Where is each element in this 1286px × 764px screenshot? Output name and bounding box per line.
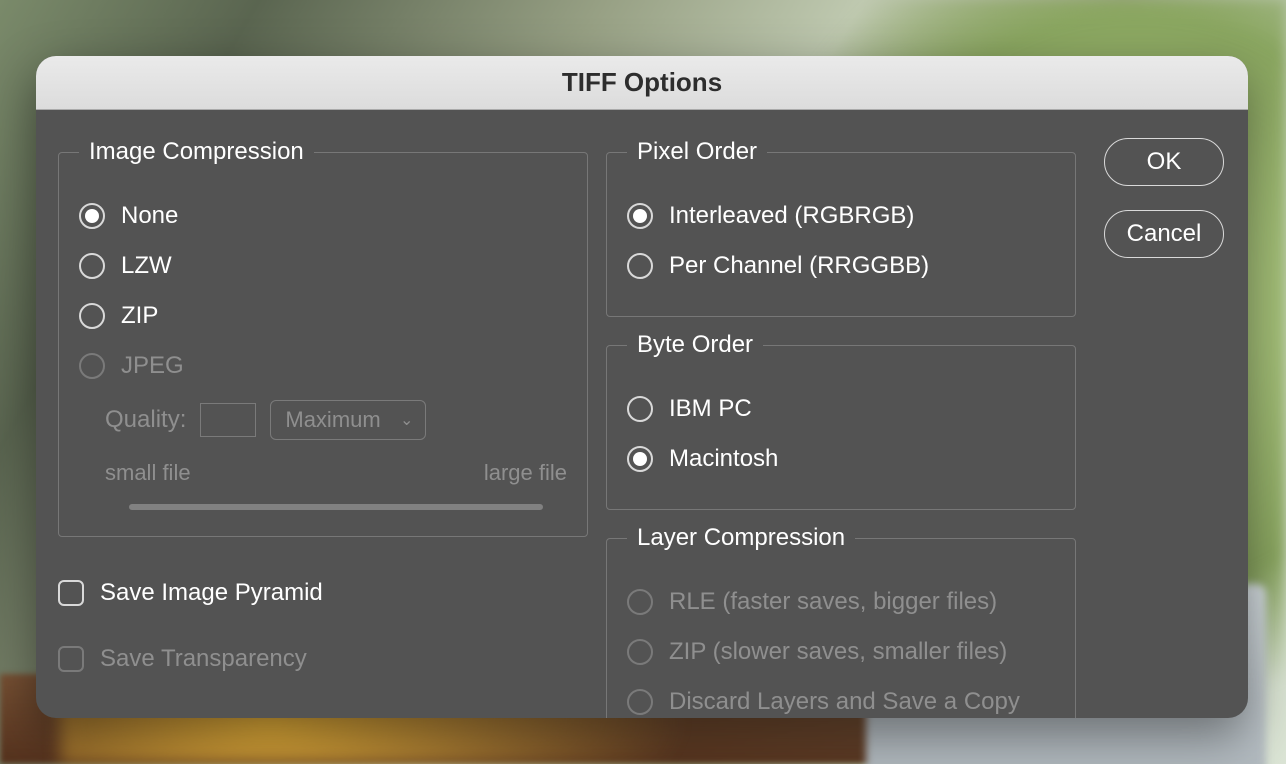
- layer-compression-group: Layer Compression RLE (faster saves, big…: [606, 524, 1076, 718]
- image-compression-legend: Image Compression: [79, 138, 314, 166]
- radio-icon: [79, 253, 105, 279]
- chevron-down-icon: ⌄: [400, 410, 413, 430]
- compression-none-option[interactable]: None: [79, 194, 567, 238]
- ok-button[interactable]: OK: [1104, 138, 1224, 186]
- compression-lzw-option[interactable]: LZW: [79, 244, 567, 288]
- compression-zip-option[interactable]: ZIP: [79, 294, 567, 338]
- label: LZW: [121, 252, 172, 280]
- label: ZIP (slower saves, smaller files): [669, 638, 1007, 666]
- radio-icon: [627, 253, 653, 279]
- small-file-label: small file: [105, 460, 191, 486]
- layer-compression-rle-option: RLE (faster saves, bigger files): [627, 580, 1055, 624]
- checkbox-icon: [58, 646, 84, 672]
- radio-icon: [627, 396, 653, 422]
- pixel-order-perchannel-option[interactable]: Per Channel (RRGGBB): [627, 244, 1055, 288]
- label: Interleaved (RGBRGB): [669, 202, 914, 230]
- label: Save Transparency: [100, 645, 307, 673]
- label: RLE (faster saves, bigger files): [669, 588, 997, 616]
- radio-icon: [79, 203, 105, 229]
- radio-icon: [627, 689, 653, 715]
- byte-order-legend: Byte Order: [627, 331, 763, 359]
- label: JPEG: [121, 352, 184, 380]
- large-file-label: large file: [484, 460, 567, 486]
- dialog-content: Image Compression None LZW ZIP JPEG: [36, 110, 1248, 718]
- pixel-order-group: Pixel Order Interleaved (RGBRGB) Per Cha…: [606, 138, 1076, 317]
- label: ZIP: [121, 302, 158, 330]
- radio-icon: [79, 303, 105, 329]
- radio-icon: [627, 203, 653, 229]
- jpeg-quality-group: Quality: Maximum ⌄ small file large file: [105, 400, 567, 510]
- save-image-pyramid-checkbox[interactable]: Save Image Pyramid: [58, 571, 588, 615]
- quality-input: [200, 403, 256, 437]
- radio-icon: [79, 353, 105, 379]
- byte-order-mac-option[interactable]: Macintosh: [627, 437, 1055, 481]
- image-compression-group: Image Compression None LZW ZIP JPEG: [58, 138, 588, 537]
- label: Macintosh: [669, 445, 778, 473]
- pixel-order-interleaved-option[interactable]: Interleaved (RGBRGB): [627, 194, 1055, 238]
- label: None: [121, 202, 178, 230]
- quality-label: Quality:: [105, 406, 186, 434]
- radio-icon: [627, 589, 653, 615]
- quality-preset-select: Maximum ⌄: [270, 400, 426, 440]
- quality-slider: [129, 504, 543, 510]
- pixel-order-legend: Pixel Order: [627, 138, 767, 166]
- layer-compression-discard-option: Discard Layers and Save a Copy: [627, 680, 1055, 718]
- byte-order-group: Byte Order IBM PC Macintosh: [606, 331, 1076, 510]
- radio-icon: [627, 446, 653, 472]
- quality-preset-value: Maximum: [285, 407, 380, 433]
- label: Discard Layers and Save a Copy: [669, 688, 1020, 716]
- layer-compression-zip-option: ZIP (slower saves, smaller files): [627, 630, 1055, 674]
- save-transparency-checkbox: Save Transparency: [58, 637, 588, 681]
- label: Per Channel (RRGGBB): [669, 252, 929, 280]
- layer-compression-legend: Layer Compression: [627, 524, 855, 552]
- tiff-options-dialog: TIFF Options Image Compression None LZW …: [36, 56, 1248, 718]
- radio-icon: [627, 639, 653, 665]
- byte-order-ibm-option[interactable]: IBM PC: [627, 387, 1055, 431]
- label: IBM PC: [669, 395, 752, 423]
- dialog-title: TIFF Options: [36, 56, 1248, 110]
- label: Save Image Pyramid: [100, 579, 323, 607]
- compression-jpeg-option: JPEG: [79, 344, 567, 388]
- checkbox-icon: [58, 580, 84, 606]
- cancel-button[interactable]: Cancel: [1104, 210, 1224, 258]
